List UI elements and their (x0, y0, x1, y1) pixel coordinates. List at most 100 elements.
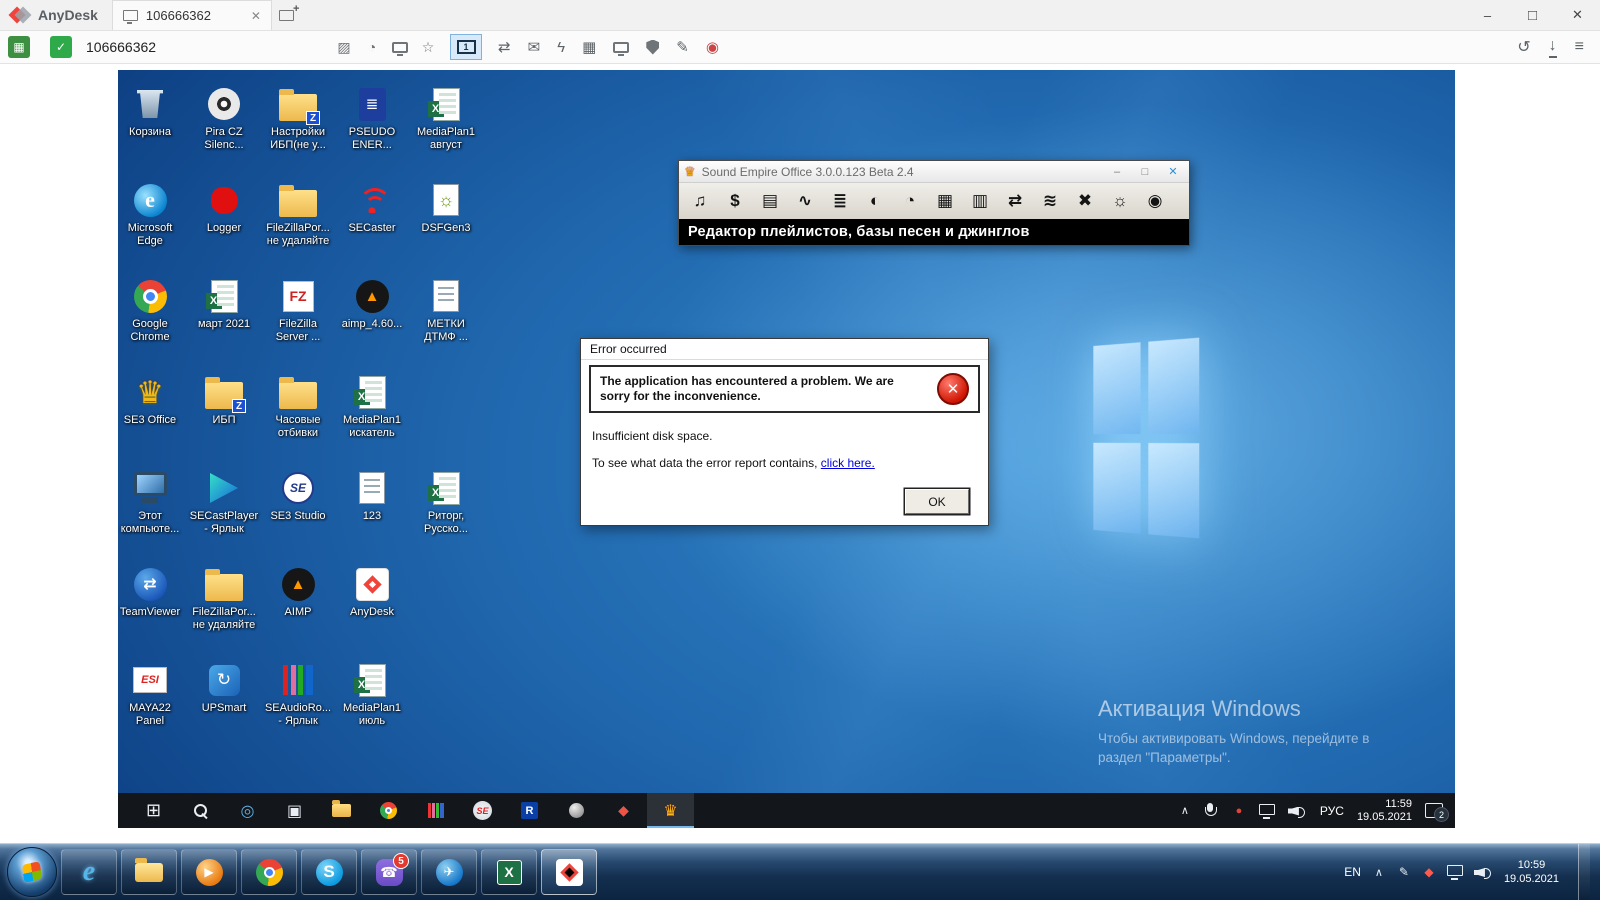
desktop-icon[interactable]: SEAudioRo... - Ярлык (261, 659, 335, 755)
menu-icon[interactable]: ≡ (1575, 38, 1584, 56)
ritorg-button[interactable]: R (506, 793, 553, 828)
desktop-icon[interactable]: MediaPlan1 август (409, 83, 483, 179)
keyboard-icon[interactable]: ▦ (582, 38, 596, 56)
task-view-button[interactable]: ▣ (271, 793, 318, 828)
desktop-icon[interactable]: AnyDesk (335, 563, 409, 659)
search-button[interactable] (177, 793, 224, 828)
wmp-button[interactable]: ▶ (181, 849, 237, 895)
scheduler-icon[interactable]: ◔ (896, 187, 924, 215)
file-explorer-button[interactable] (318, 793, 365, 828)
speaker-icon[interactable] (1288, 804, 1307, 818)
sphere-button[interactable] (553, 793, 600, 828)
desktop-icon[interactable]: март 2021 (187, 275, 261, 371)
sound-empire-button[interactable]: ♛ (647, 793, 694, 828)
click-here-link[interactable]: click here. (821, 456, 875, 470)
remote-desktop[interactable]: КорзинаPira CZ Silenc...ZНастройки ИБП(н… (118, 70, 1455, 828)
minimize-button[interactable] (1465, 0, 1510, 31)
network-icon[interactable] (1447, 865, 1463, 876)
sound-empire-titlebar[interactable]: Sound Empire Office 3.0.0.123 Beta 2.4 (679, 161, 1189, 183)
desktop-icon[interactable]: ▲AIMP (261, 563, 335, 659)
permissions-icon[interactable] (646, 40, 659, 55)
pen-icon[interactable]: ✎ (1397, 865, 1411, 879)
session-tab[interactable]: 106666362 (112, 0, 272, 30)
ok-button[interactable]: OK (905, 489, 969, 514)
anydesk-button[interactable]: ◆ (541, 849, 597, 895)
finance-icon[interactable]: $ (721, 187, 749, 215)
settings-icon[interactable]: ☼ (1106, 187, 1134, 215)
mic-icon[interactable] (1205, 803, 1219, 818)
chrome-button[interactable] (241, 849, 297, 895)
favorites-icon[interactable]: ☆ (420, 39, 436, 56)
skype-button[interactable]: S (301, 849, 357, 895)
desktop-icon[interactable]: 123 (335, 467, 409, 563)
display-settings-icon[interactable] (613, 42, 629, 53)
desktop-icon[interactable]: SECastPlayer - Ярлык (187, 467, 261, 563)
desktop-icon[interactable]: FileZillaPor... не удаляйте (261, 179, 335, 275)
notification-center-icon[interactable]: 2 (1425, 803, 1443, 818)
desktop-icon[interactable]: ↻UPSmart (187, 659, 261, 755)
close-button[interactable] (1555, 0, 1600, 31)
document-icon[interactable]: ▤ (756, 187, 784, 215)
viber-button[interactable]: ☎5 (361, 849, 417, 895)
tools-icon[interactable]: ✖ (1071, 187, 1099, 215)
desktop-icon[interactable]: Риторг, Русско... (409, 467, 483, 563)
speaker-icon[interactable] (1474, 865, 1493, 879)
se-studio-button[interactable]: SE (459, 793, 506, 828)
globe-icon[interactable]: ◐ (861, 187, 889, 215)
whiteboard-icon[interactable]: ✎ (676, 38, 689, 56)
desktop-icon[interactable]: DSFGen3 (409, 179, 483, 275)
record-session-icon[interactable]: ◉ (706, 38, 719, 56)
desktop-icon[interactable]: Pira CZ Silenc... (187, 83, 261, 179)
ie-button[interactable]: e (61, 849, 117, 895)
desktop-icon[interactable]: ZНастройки ИБП(не у... (261, 83, 335, 179)
desktop-icon[interactable]: SECaster (335, 179, 409, 275)
se-minimize-button[interactable] (1106, 166, 1128, 178)
view-icon[interactable]: ◉ (1141, 187, 1169, 215)
desktop-icon[interactable]: Часовые отбивки (261, 371, 335, 467)
start-orb-button[interactable] (7, 847, 57, 897)
transfer-icon[interactable]: ⇄ (1001, 187, 1029, 215)
screenshot-icon[interactable]: ▨ (336, 39, 352, 56)
desktop-icon[interactable]: Корзина (118, 83, 187, 179)
maximize-button[interactable] (1510, 0, 1555, 31)
desktop-icon[interactable]: ▲aimp_4.60... (335, 275, 409, 371)
new-session-button[interactable] (272, 0, 302, 30)
grid-icon[interactable]: ▦ (931, 187, 959, 215)
desktop-icon[interactable]: МЕТКИ ДТМФ ... (409, 275, 483, 371)
actions-icon[interactable]: ϟ (557, 39, 565, 56)
chevron-up-icon[interactable]: ∧ (1372, 866, 1386, 879)
se-maximize-button[interactable] (1134, 166, 1156, 178)
desktop-icon[interactable]: MediaPlan1 искатель (335, 371, 409, 467)
chrome-button[interactable] (365, 793, 412, 828)
desktop-icon[interactable]: ≣PSEUDO ENER... (335, 83, 409, 179)
waveform-icon[interactable]: ∿ (791, 187, 819, 215)
record-dot-icon[interactable]: ● (1232, 805, 1246, 817)
monitor-select-button[interactable]: 1 (450, 34, 482, 60)
excel-button[interactable]: X (481, 849, 537, 895)
music-icon[interactable]: ♫ (686, 187, 714, 215)
anydesk-tray-icon[interactable]: ◆ (1422, 865, 1436, 879)
switch-sides-icon[interactable]: ⇄ (498, 38, 511, 56)
host-language-indicator[interactable]: EN (1344, 865, 1361, 879)
desktop-icon[interactable]: ♛SE3 Office (118, 371, 187, 467)
desktop-icon[interactable]: ESIMAYA22 Panel (118, 659, 187, 755)
desktop-icon[interactable]: Google Chrome (118, 275, 187, 371)
desktop-icon[interactable]: eMicrosoft Edge (118, 179, 187, 275)
remote-clock[interactable]: 11:59 19.05.2021 (1357, 798, 1412, 824)
swoosh-app-button[interactable]: ✈ (421, 849, 477, 895)
desktop-icon[interactable]: Этот компьюте... (118, 467, 187, 563)
database-icon[interactable]: ≋ (1036, 187, 1064, 215)
history-icon[interactable]: ↺ (1517, 37, 1530, 57)
desktop-icon[interactable]: ⇄TeamViewer (118, 563, 187, 659)
chevron-up-icon[interactable]: ∧ (1178, 804, 1192, 817)
cards-icon[interactable]: ▥ (966, 187, 994, 215)
host-clock[interactable]: 10:59 19.05.2021 (1504, 858, 1559, 886)
desktop-icon[interactable]: ZИБП (187, 371, 261, 467)
start-button[interactable]: ⊞ (130, 793, 177, 828)
audio-router-button[interactable] (412, 793, 459, 828)
desktop-icon[interactable]: SESE3 Studio (261, 467, 335, 563)
desktop-icon[interactable]: MediaPlan1 июль (335, 659, 409, 755)
close-tab-icon[interactable] (251, 9, 261, 23)
install-icon[interactable]: ↓ (1549, 37, 1557, 58)
desktop-icon[interactable]: FileZillaPor... не удаляйте (187, 563, 261, 659)
